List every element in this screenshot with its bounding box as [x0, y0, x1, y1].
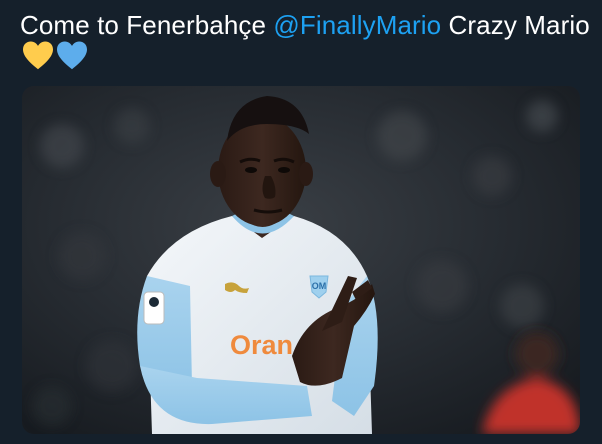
tweet-media-photo[interactable]: OM Oran: [22, 86, 580, 434]
tweet-text-before: Come to Fenerbahçe: [20, 10, 274, 40]
tweet-text-after: Crazy Mario: [441, 10, 590, 40]
yellow-heart-icon: [22, 41, 54, 71]
mention-link[interactable]: @FinallyMario: [273, 10, 441, 40]
ligue-1-patch: [143, 291, 165, 325]
blue-heart-icon: [56, 41, 88, 71]
svg-text:OM: OM: [312, 281, 327, 291]
tweet-text: Come to Fenerbahçe @FinallyMario Crazy M…: [20, 9, 590, 73]
player-photo: OM Oran: [22, 86, 580, 434]
jersey-sponsor-text: Oran: [230, 330, 293, 360]
